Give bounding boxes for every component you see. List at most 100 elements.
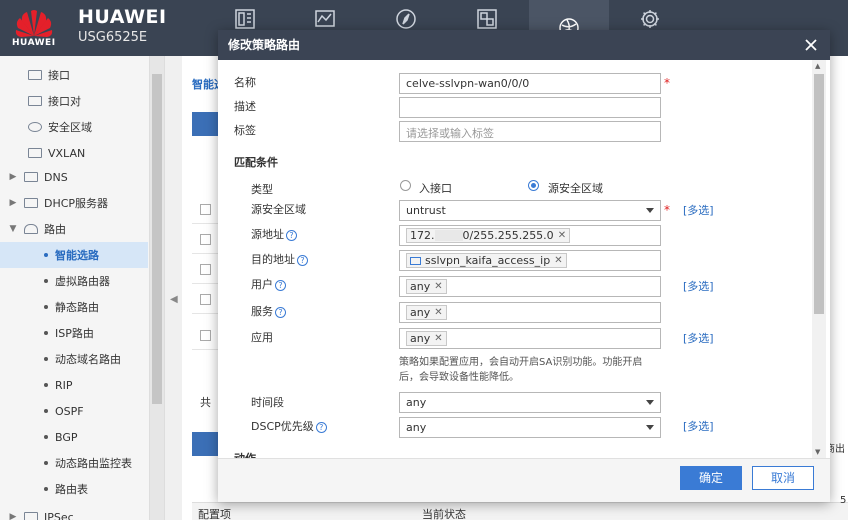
src-addr-tag: 172. 0/255.255.255.0 ✕ xyxy=(406,228,571,243)
dscp-select[interactable]: any xyxy=(399,417,661,438)
dropdown-arrow-icon xyxy=(646,425,654,430)
radio-ingress-interface[interactable] xyxy=(400,180,411,191)
logo-text: HUAWEI xyxy=(12,38,56,48)
app-label: 应用 xyxy=(251,331,273,344)
radio-source-zone[interactable] xyxy=(528,180,539,191)
service-tag: any ✕ xyxy=(406,305,447,320)
remove-tag-icon[interactable]: ✕ xyxy=(558,230,566,241)
bottom-table-header: 配置项 当前状态 xyxy=(192,502,848,520)
interface-icon xyxy=(28,70,42,80)
src-zone-select[interactable]: untrust xyxy=(399,200,661,221)
sidebar-item-interface-pair[interactable]: 接口对 xyxy=(0,88,148,114)
dhcp-icon xyxy=(24,198,38,208)
user-field[interactable]: any ✕ xyxy=(399,276,661,297)
address-object-icon xyxy=(410,256,421,265)
service-field[interactable]: any ✕ xyxy=(399,302,661,323)
panel-splitter[interactable]: ◀ xyxy=(164,56,182,520)
src-zone-label: 源安全区域 xyxy=(251,203,306,216)
brand-name: HUAWEI xyxy=(78,6,167,28)
app-tag: any ✕ xyxy=(406,331,447,346)
total-label: 共 xyxy=(200,396,211,409)
user-label: 用户? xyxy=(251,276,286,292)
dscp-multi-select[interactable]: [多选] xyxy=(683,418,714,434)
dialog-body: 名称 celve-sslvpn-wan0/0/0 * 描述 标签 请选择或输入标… xyxy=(218,60,830,460)
routing-icon xyxy=(24,224,38,234)
src-zone-multi-select[interactable]: [多选] xyxy=(683,202,714,218)
radio-source-zone-label[interactable]: 源安全区域 xyxy=(548,180,603,196)
sidebar-item-ipsec[interactable]: ▶ IPSec xyxy=(0,504,148,520)
help-icon[interactable]: ? xyxy=(275,306,286,318)
sidebar-item-ddns-route[interactable]: 动态域名路由 xyxy=(0,346,148,372)
help-icon[interactable]: ? xyxy=(275,279,286,291)
dst-addr-tag: sslvpn_kaifa_access_ip ✕ xyxy=(406,253,567,268)
sidebar-item-interface[interactable]: 接口 xyxy=(0,62,148,88)
sidebar-item-virtual-router[interactable]: 虚拟路由器 xyxy=(0,268,148,294)
help-icon[interactable]: ? xyxy=(286,229,297,241)
desc-field[interactable] xyxy=(399,97,661,118)
dialog-title: 修改策略路由 xyxy=(218,30,830,60)
sidebar-scrollbar[interactable] xyxy=(150,56,164,520)
name-label: 名称 xyxy=(234,76,256,89)
sidebar-item-route-monitor[interactable]: 动态路由监控表 xyxy=(0,450,148,476)
ipsec-icon xyxy=(24,512,38,520)
chevron-right-icon: ▶ xyxy=(9,512,17,520)
app-field[interactable]: any ✕ xyxy=(399,328,661,349)
sidebar-item-smart-routing[interactable]: 智能选路 xyxy=(0,242,148,268)
sidebar-item-dhcp[interactable]: ▶ DHCP服务器 xyxy=(0,190,148,216)
vxlan-icon xyxy=(28,148,42,158)
src-addr-field[interactable]: 172. 0/255.255.255.0 ✕ xyxy=(399,225,661,246)
ok-button[interactable]: 确定 xyxy=(680,466,742,490)
remove-tag-icon[interactable]: ✕ xyxy=(434,333,442,344)
sidebar-item-bgp[interactable]: BGP xyxy=(0,424,148,450)
interface-pair-icon xyxy=(28,96,42,106)
name-field[interactable]: celve-sslvpn-wan0/0/0 xyxy=(399,73,661,94)
scroll-down-icon[interactable]: ▼ xyxy=(815,448,820,456)
user-multi-select[interactable]: [多选] xyxy=(683,278,714,294)
dns-icon xyxy=(24,172,38,182)
collapse-arrow-icon: ◀ xyxy=(170,294,178,305)
sidebar-item-security-zone[interactable]: 安全区域 xyxy=(0,114,148,140)
chevron-down-icon: ▼ xyxy=(9,224,17,234)
sidebar-item-routing[interactable]: ▼ 路由 xyxy=(0,216,148,242)
desc-label: 描述 xyxy=(234,100,256,113)
dst-addr-field[interactable]: sslvpn_kaifa_access_ip ✕ xyxy=(399,250,661,271)
right-number: 5 xyxy=(840,495,847,506)
sidebar-item-dns[interactable]: ▶ DNS xyxy=(0,164,148,190)
sidebar-item-static-route[interactable]: 静态路由 xyxy=(0,294,148,320)
help-icon[interactable]: ? xyxy=(297,254,308,266)
cancel-button[interactable]: 取消 xyxy=(752,466,814,490)
sidebar-item-rip[interactable]: RIP xyxy=(0,372,148,398)
time-select[interactable]: any xyxy=(399,392,661,413)
radio-ingress-interface-label[interactable]: 入接口 xyxy=(419,180,452,196)
device-model: USG6525E xyxy=(78,30,148,45)
redacted-block xyxy=(434,230,463,241)
chevron-right-icon: ▶ xyxy=(9,172,17,182)
scroll-up-icon[interactable]: ▲ xyxy=(815,62,820,70)
user-tag: any ✕ xyxy=(406,279,447,294)
app-multi-select[interactable]: [多选] xyxy=(683,330,714,346)
required-mark: * xyxy=(664,203,670,217)
remove-tag-icon[interactable]: ✕ xyxy=(434,307,442,318)
required-mark: * xyxy=(664,76,670,90)
sidebar-item-route-table[interactable]: 路由表 xyxy=(0,476,148,502)
security-zone-icon xyxy=(28,122,42,132)
sidebar-item-ospf[interactable]: OSPF xyxy=(0,398,148,424)
time-label: 时间段 xyxy=(251,396,284,409)
app-note-line2: 后，会导致设备性能降低。 xyxy=(399,372,519,383)
remove-tag-icon[interactable]: ✕ xyxy=(554,255,562,266)
match-section-title: 匹配条件 xyxy=(234,156,278,169)
dropdown-arrow-icon xyxy=(646,400,654,405)
dialog-scrollbar[interactable]: ▲ ▼ xyxy=(812,60,826,458)
close-icon[interactable] xyxy=(802,36,820,54)
tag-label: 标签 xyxy=(234,124,256,137)
dscp-label: DSCP优先级? xyxy=(251,418,327,434)
tag-input[interactable]: 请选择或输入标签 xyxy=(399,121,661,142)
sidebar-item-isp-route[interactable]: ISP路由 xyxy=(0,320,148,346)
chevron-right-icon: ▶ xyxy=(9,198,17,208)
remove-tag-icon[interactable]: ✕ xyxy=(434,281,442,292)
service-label: 服务? xyxy=(251,303,286,319)
app-note-line1: 策略如果配置应用，会自动开启SA识别功能。功能开启 xyxy=(399,357,643,368)
sidebar-item-vxlan[interactable]: VXLAN xyxy=(0,140,148,166)
help-icon[interactable]: ? xyxy=(315,421,327,433)
edit-policy-route-dialog: 修改策略路由 名称 celve-sslvpn-wan0/0/0 * 描述 标签 … xyxy=(218,30,830,502)
